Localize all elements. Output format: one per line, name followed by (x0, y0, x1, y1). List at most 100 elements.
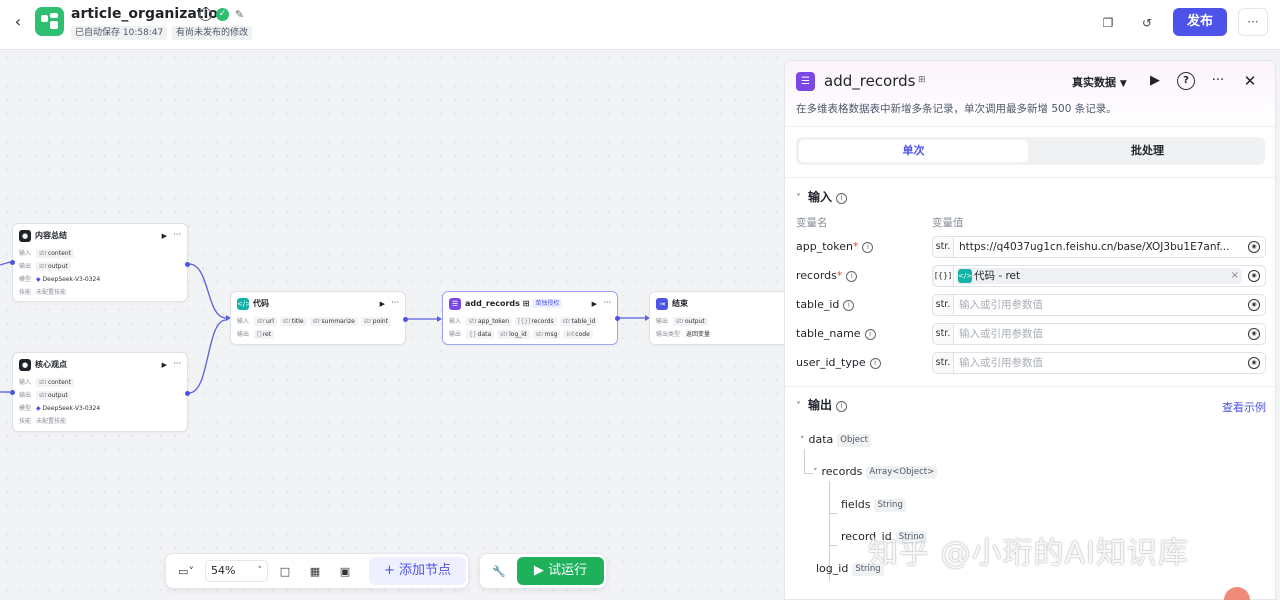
node-summary[interactable]: ● 内容总结 ▶ ··· 输入 strcontent 输出 stroutput 模型… (10, 223, 190, 302)
history-icon[interactable]: ↺ (1136, 12, 1158, 34)
table-icon: ☰ (449, 298, 461, 310)
type-selector[interactable]: str. (933, 324, 954, 344)
table-id-input[interactable]: str. 输入或引用参数值 ◉ (932, 294, 1266, 316)
zoom-select[interactable]: 54% ˅ (205, 560, 268, 582)
node-add-records[interactable]: ☰ add_records ⊞ 单独授权 ▶ ··· 输入 strapp_token… (442, 291, 620, 345)
data-mode-select[interactable]: 真实数据 ▼ (1072, 74, 1127, 90)
info-icon: i (846, 271, 858, 282)
user-id-type-input[interactable]: str. 输入或引用参数值 ◉ (932, 352, 1266, 374)
input-section-header[interactable]: ˅ 输入 i (796, 189, 848, 207)
close-icon[interactable]: ✕ (1241, 72, 1259, 90)
code-icon: </> (958, 269, 972, 283)
more-icon[interactable]: ··· (173, 359, 181, 369)
reference-icon[interactable]: ◉ (1248, 270, 1260, 282)
type-selector[interactable]: str. (933, 295, 954, 315)
play-icon[interactable]: ▶ (592, 298, 597, 310)
node-title: 内容总结 (35, 231, 67, 240)
output-port[interactable] (615, 316, 620, 321)
canvas-toolbar: ▭˅ 54% ˅ □ ▦ ▣ + 添加节点 (165, 553, 469, 589)
reference-icon[interactable]: ◉ (1248, 357, 1260, 369)
col-header-name: 变量名 (796, 217, 828, 229)
clear-icon[interactable]: × (1231, 268, 1239, 284)
view-example-link[interactable]: 查看示例 (1222, 399, 1266, 415)
play-icon[interactable]: ▶ (380, 298, 385, 310)
field-row-app-token: app_token* i str. https://q4037ug1cn.feis… (796, 236, 1266, 258)
panel-description: 在多维表格数据表中新增多条记录，单次调用最多新增 500 条记录。 (796, 103, 1117, 115)
records-input[interactable]: [{}] </> 代码 - ret × ◉ (932, 265, 1266, 287)
node-title: 结束 (672, 299, 688, 308)
field-row-table-id: table_id i str. 输入或引用参数值 ◉ (796, 294, 1266, 316)
node-title: add_records ⊞ 单独授权 (465, 298, 563, 310)
tab-single[interactable]: 单次 (799, 140, 1028, 162)
more-icon[interactable]: ··· (603, 298, 611, 308)
edge-in-summary (0, 261, 11, 266)
panel-title: add_records (824, 72, 916, 90)
input-port[interactable] (10, 390, 15, 395)
info-icon: i (836, 401, 848, 412)
fit-view-icon[interactable]: ▣ (334, 562, 356, 582)
tab-batch[interactable]: 批处理 (1033, 140, 1262, 162)
publish-button[interactable]: 发布 (1173, 8, 1227, 36)
output-tree-records[interactable]: ˅ records Array<Object> (813, 464, 938, 481)
play-icon[interactable]: ▶ (162, 359, 167, 371)
copy-icon[interactable]: ❐ (1097, 12, 1119, 34)
output-port[interactable] (403, 317, 408, 322)
caret-down-icon: ▼ (1119, 79, 1127, 89)
watermark: 知乎 @小珩的AI知识库 (868, 536, 1189, 571)
more-icon[interactable]: ··· (1209, 72, 1227, 90)
reference-chip[interactable]: </> 代码 - ret × (956, 268, 1242, 284)
code-icon: </> (237, 298, 252, 310)
reference-icon[interactable]: ◉ (1248, 328, 1260, 340)
edge-viewpoint-code (188, 319, 227, 394)
llm-icon: ● (19, 359, 31, 371)
table-name-input[interactable]: str. 输入或引用参数值 ◉ (932, 323, 1266, 345)
wrench-icon[interactable]: 🔧 (488, 562, 510, 582)
node-viewpoint[interactable]: ● 核心观点 ▶ ··· 输入 strcontent 输出 stroutput 模型… (10, 352, 190, 432)
node-config-panel: ☰ add_records ⊞ 真实数据 ▼ ▶ ? ··· ✕ 在多维表格数据… (784, 60, 1276, 600)
help-icon[interactable]: ? (1177, 72, 1195, 90)
plus-icon: + (383, 563, 399, 578)
info-icon: i (862, 242, 874, 253)
chevron-down-icon: ˅ (796, 401, 801, 412)
chevron-down-icon: ˅ (796, 193, 801, 204)
app-token-input[interactable]: str. https://q4037ug1cn.feishu.cn/base/X… (932, 236, 1266, 258)
llm-icon: ● (19, 230, 31, 242)
more-icon[interactable]: ··· (173, 230, 181, 240)
output-tree-data[interactable]: ˅ data Object (800, 432, 871, 449)
output-port[interactable] (185, 262, 190, 267)
more-icon[interactable]: ··· (1238, 8, 1268, 36)
end-icon: ⇥ (656, 298, 668, 310)
info-icon: i (864, 329, 876, 340)
test-run-button[interactable]: ▶ 试运行 (517, 557, 604, 585)
layout-icon[interactable]: ▦ (304, 562, 326, 582)
reference-icon[interactable]: ◉ (1248, 299, 1260, 311)
comment-icon[interactable]: □ (274, 562, 296, 582)
plugin-icon: ⊞ (918, 75, 926, 85)
field-row-user-id-type: user_id_type i str. 输入或引用参数值 ◉ (796, 352, 1266, 374)
edge-summary-code (188, 263, 227, 319)
output-port[interactable] (185, 391, 190, 396)
run-node-icon[interactable]: ▶ (1146, 72, 1164, 90)
run-toolbar: 🔧 ▶ 试运行 (479, 553, 607, 589)
field-row-table-name: table_name i str. 输入或引用参数值 ◉ (796, 323, 1266, 345)
input-port[interactable] (10, 260, 15, 265)
output-tree-fields: fields String (841, 497, 906, 513)
node-title: 核心观点 (35, 360, 67, 369)
auth-badge[interactable]: 单独授权 (532, 299, 563, 308)
node-code[interactable]: </> 代码 ▶ ··· 输入 strurl strtitle strsummariz… (230, 291, 408, 345)
reference-icon[interactable]: ◉ (1248, 241, 1260, 253)
add-node-button[interactable]: + 添加节点 (369, 557, 466, 585)
type-selector[interactable]: str. (933, 237, 954, 257)
minimap-icon[interactable]: ▭˅ (173, 562, 199, 582)
output-section-header[interactable]: ˅ 输出 i (796, 397, 848, 415)
chevron-down-icon: ˅ (800, 436, 805, 446)
play-icon[interactable]: ▶ (162, 230, 167, 242)
table-icon: ☰ (796, 72, 815, 91)
node-title: 代码 (253, 299, 269, 308)
col-header-value: 变量值 (932, 217, 964, 229)
type-selector[interactable]: str. (933, 353, 954, 373)
more-icon[interactable]: ··· (391, 298, 399, 308)
node-end[interactable]: ⇥ 结束 输出 stroutput 输出类型 返回变量 (649, 291, 789, 345)
type-selector[interactable]: [{}] (933, 266, 954, 286)
info-icon: i (843, 300, 855, 311)
